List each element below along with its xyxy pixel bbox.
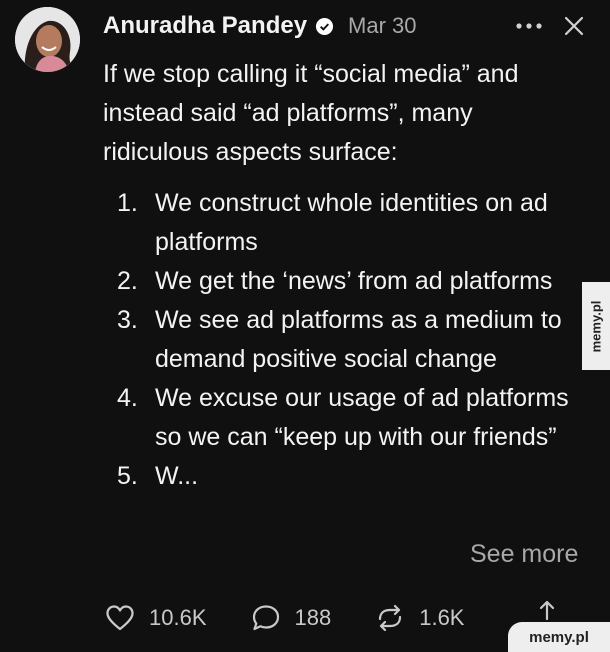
post-date[interactable]: Mar 30 — [348, 13, 416, 39]
list-number: 5. — [117, 462, 138, 490]
post-list: 1. We construct whole identities on ad p… — [117, 184, 587, 496]
list-text: We excuse our usage of ad platforms so w… — [155, 384, 569, 451]
list-number: 1. — [117, 189, 138, 217]
list-item: 1. We construct whole identities on ad p… — [117, 184, 587, 262]
avatar[interactable] — [15, 7, 80, 72]
share-icon[interactable] — [533, 597, 561, 625]
reply-count: 188 — [294, 605, 332, 630]
repost-button[interactable]: 1.6K — [375, 603, 464, 633]
close-button[interactable] — [561, 12, 587, 40]
post-header: Anuradha Pandey Mar 30 — [103, 9, 417, 43]
list-number: 3. — [117, 306, 138, 334]
like-button[interactable]: 10.6K — [105, 603, 207, 633]
list-item: 4. We excuse our usage of ad platforms s… — [117, 379, 587, 457]
list-text: We get the ‘news’ from ad platforms — [155, 267, 553, 295]
speech-bubble-icon — [252, 605, 279, 631]
watermark-bottom: memy.pl — [508, 622, 610, 652]
list-item: 3. We see ad platforms as a medium to de… — [117, 301, 587, 379]
repost-count: 1.6K — [419, 605, 465, 630]
list-text: We construct whole identities on ad plat… — [155, 189, 548, 256]
like-count: 10.6K — [149, 605, 207, 630]
reply-button[interactable]: 188 — [251, 603, 332, 633]
author-name[interactable]: Anuradha Pandey — [103, 12, 307, 40]
list-item: 5. W... — [117, 457, 587, 496]
close-icon — [564, 16, 584, 36]
more-icon — [516, 23, 542, 29]
list-text: W... — [155, 462, 199, 490]
repost-icon — [379, 604, 402, 632]
list-number: 2. — [117, 267, 138, 295]
see-more-button[interactable]: See more — [470, 535, 578, 574]
list-number: 4. — [117, 384, 138, 412]
watermark-side-text: memy.pl — [588, 300, 604, 352]
post-text: If we stop calling it “social media” and… — [103, 60, 519, 166]
watermark-side: memy.pl — [582, 282, 610, 370]
action-bar: 10.6K 188 1.6K — [105, 600, 508, 636]
list-item: 2. We get the ‘news’ from ad platforms — [117, 262, 587, 301]
more-options-button[interactable] — [514, 13, 544, 39]
list-text: We see ad platforms as a medium to deman… — [155, 306, 562, 373]
verified-badge-icon — [315, 17, 334, 35]
heart-icon — [106, 605, 134, 631]
